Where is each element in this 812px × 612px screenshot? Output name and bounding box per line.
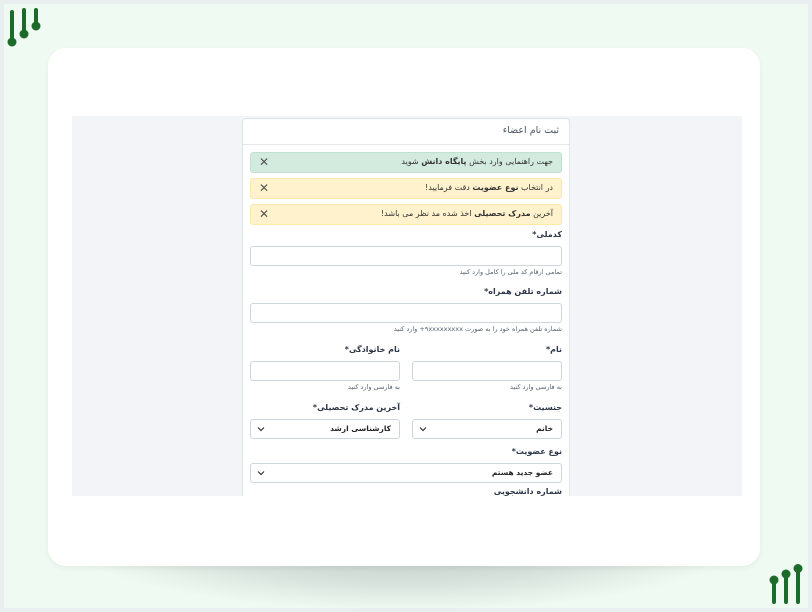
name-row: نام* به فارسی وارد کنید نام خانوادگی* به… [250, 344, 562, 394]
membership-label: نوع عضویت* [511, 447, 562, 456]
first-name-label: نام* [545, 345, 562, 354]
mobile-group: شماره تلفن همراه* شماره تلفن همراه خود ر… [250, 287, 562, 336]
national-code-group: کدملی* تمامی ارقام کد ملی را کامل وارد ک… [250, 230, 562, 279]
registration-form-card: ثبت نام اعضاء جهت راهنمایی وارد بخش پایگ… [242, 118, 570, 496]
degree-selected-value: کارشناسی ارشد [330, 424, 391, 433]
close-icon[interactable]: ✕ [257, 181, 271, 195]
national-code-label: کدملی* [532, 230, 562, 239]
membership-group: نوع عضویت* عضو جدید هستم شماره دانشجویی [250, 447, 562, 496]
close-icon[interactable]: ✕ [257, 155, 271, 169]
alert-bold-text: نوع عضویت [472, 183, 519, 192]
degree-select[interactable]: کارشناسی ارشد [250, 419, 400, 439]
alert-text: آخرین [530, 209, 553, 218]
national-code-input[interactable] [250, 246, 562, 266]
gender-selected-value: خانم [536, 424, 553, 433]
alert-text: شوید [401, 157, 422, 166]
alert-text: اخذ شده مد نظر می باشد! [380, 209, 475, 218]
national-code-help: تمامی ارقام کد ملی را کامل وارد کنید [459, 268, 562, 276]
logo-icon [7, 8, 41, 47]
alert-text: در انتخاب [518, 183, 553, 192]
alert-membership-type: در انتخاب نوع عضویت دقت فرمایید! ✕ [250, 178, 562, 199]
logo-icon [769, 564, 803, 604]
first-name-input[interactable] [412, 361, 562, 381]
last-name-input[interactable] [250, 361, 400, 381]
alert-knowledge-base: جهت راهنمایی وارد بخش پایگاه دانش شوید ✕ [250, 152, 562, 173]
membership-select[interactable]: عضو جدید هستم [250, 463, 562, 483]
close-icon[interactable]: ✕ [257, 207, 271, 221]
screenshot-area: ثبت نام اعضاء جهت راهنمایی وارد بخش پایگ… [72, 116, 742, 496]
chevron-down-icon [257, 471, 265, 476]
alert-text: دقت فرمایید! [425, 183, 473, 192]
student-number-label: شماره دانشجویی [493, 487, 562, 496]
chevron-down-icon [257, 427, 265, 432]
last-name-help: به فارسی وارد کنید [348, 383, 400, 391]
alert-degree: آخرین مدرک تحصیلی اخذ شده مد نظر می باشد… [250, 204, 562, 225]
mobile-label: شماره تلفن همراه* [484, 287, 562, 296]
degree-label: آخرین مدرک تحصیلی* [312, 403, 400, 412]
form-title: ثبت نام اعضاء [243, 119, 569, 145]
chevron-down-icon [419, 427, 427, 432]
gender-degree-row: جنسیت* خانم آخرین مدرک تحصیلی* کارشناسی … [250, 402, 562, 439]
alert-bold-text[interactable]: پایگاه دانش [421, 157, 466, 166]
last-name-label: نام خانوادگی* [344, 345, 400, 354]
alert-bold-text: مدرک تحصیلی [474, 209, 531, 218]
gender-select[interactable]: خانم [412, 419, 562, 439]
gender-label: جنسیت* [528, 403, 562, 412]
alert-text: جهت راهنمایی وارد بخش [466, 157, 553, 166]
mobile-input[interactable] [250, 303, 562, 323]
mobile-help: شماره تلفن همراه خود را به صورت ۹xxxxxxx… [393, 325, 562, 333]
first-name-help: به فارسی وارد کنید [510, 383, 562, 391]
membership-selected-value: عضو جدید هستم [491, 468, 553, 477]
